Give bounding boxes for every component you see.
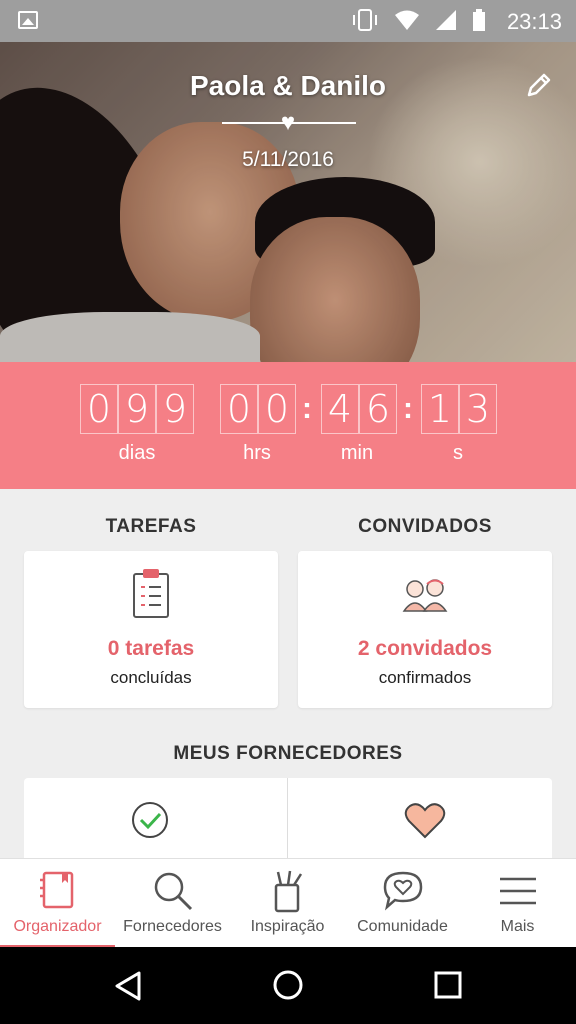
nav-label: Mais [500, 918, 535, 935]
clipboard-checklist-icon [133, 569, 169, 618]
nav-item-fornecedores[interactable]: Fornecedores [115, 859, 230, 948]
hours-digits: 0 0 [220, 384, 296, 434]
time-separator: : [403, 392, 413, 425]
couple-photo[interactable]: Paola & Danilo ♥ 5/11/2016 [0, 42, 576, 362]
digit: 6 [359, 384, 397, 434]
couple-names: Paola & Danilo [189, 70, 387, 101]
pencil-edit-icon[interactable] [524, 70, 554, 100]
seconds-label: s [453, 442, 463, 464]
hours-label: hrs [243, 442, 271, 464]
guests-card[interactable]: 2 convidados confirmados [298, 551, 552, 708]
nav-item-comunidade[interactable]: Comunidade [345, 859, 460, 948]
system-navigation-bar [0, 947, 576, 1024]
nav-item-organizador[interactable]: Organizador [0, 859, 115, 948]
couple-guests-icon [402, 579, 448, 612]
minutes-digits: 4 6 [321, 384, 397, 434]
tasks-status: concluídas [110, 668, 192, 687]
time-separator: : [302, 392, 312, 425]
wedding-date: 5/11/2016 [242, 148, 334, 171]
suppliers-card[interactable] [24, 778, 552, 868]
nav-label: Comunidade [357, 918, 448, 935]
home-icon[interactable] [272, 969, 304, 1001]
digit: 9 [156, 384, 194, 434]
status-time: 23:13 [506, 9, 562, 34]
gallery-notification-icon [18, 11, 38, 29]
status-bar: 23:13 [0, 0, 576, 42]
digit: 0 [80, 384, 118, 434]
suppliers-divider [287, 778, 288, 868]
tasks-count: 0 tarefas [107, 637, 195, 660]
digit: 9 [118, 384, 156, 434]
nav-label: Organizador [13, 918, 102, 935]
notebook-icon [39, 871, 73, 909]
guests-title: CONVIDADOS [358, 516, 492, 537]
digit: 3 [459, 384, 497, 434]
wedding-countdown: 0 9 9 0 0 : 4 6 : 1 3 dias hrs min s [0, 362, 576, 489]
check-circle-icon [132, 802, 168, 838]
digit: 1 [421, 384, 459, 434]
digit: 4 [321, 384, 359, 434]
suppliers-title: MEUS FORNECEDORES [173, 743, 403, 764]
seconds-digits: 1 3 [421, 384, 497, 434]
status-icons [350, 8, 486, 32]
menu-icon [499, 877, 536, 905]
wifi-icon [395, 10, 419, 30]
digit: 0 [220, 384, 258, 434]
days-digits: 0 9 9 [80, 384, 194, 434]
guests-status: confirmados [378, 668, 472, 687]
cup-pencils-icon [274, 870, 302, 913]
back-icon[interactable] [113, 970, 143, 1002]
nav-label: Inspiração [250, 918, 325, 935]
nav-item-inspiracao[interactable]: Inspiração [230, 859, 345, 948]
days-label: dias [118, 442, 156, 464]
search-icon [154, 872, 192, 911]
guests-count: 2 convidados [357, 637, 493, 660]
vibrate-icon [353, 9, 377, 31]
chat-heart-icon [383, 871, 422, 911]
bottom-navigation: Organizador Fornecedores Inspiração Comu… [0, 858, 576, 948]
tasks-title: TAREFAS [105, 516, 197, 537]
signal-icon [436, 10, 456, 30]
heart-icon: ♥ [280, 109, 296, 136]
nav-label: Fornecedores [123, 918, 222, 935]
heart-outline-icon [404, 803, 446, 839]
recents-icon[interactable] [434, 971, 462, 999]
minutes-label: min [340, 442, 374, 464]
tasks-card[interactable]: 0 tarefas concluídas [24, 551, 278, 708]
battery-icon [473, 9, 485, 31]
nav-item-mais[interactable]: Mais [460, 859, 575, 948]
digit: 0 [258, 384, 296, 434]
